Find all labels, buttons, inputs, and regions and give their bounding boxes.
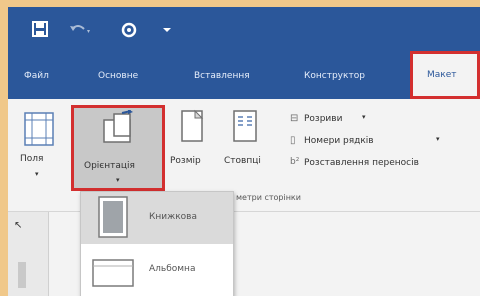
orientation-landscape-item[interactable]: Альбомна xyxy=(81,244,233,296)
hyphenation-button[interactable]: b² Розставлення переносів xyxy=(290,155,480,171)
customize-icon[interactable] xyxy=(162,21,172,39)
ribbon: Поля ▾ Орієнтація ▾ Розмір Стовпці ⊟ Роз… xyxy=(8,99,480,212)
tab-layout[interactable]: Макет xyxy=(410,51,480,99)
orientation-icon xyxy=(103,110,133,143)
columns-label: Стовпці xyxy=(224,156,261,166)
margins-button[interactable]: Поля ▾ xyxy=(16,105,62,191)
orientation-portrait-item[interactable]: Книжкова xyxy=(81,192,233,244)
portrait-icon xyxy=(98,196,128,238)
columns-button[interactable]: Стовпці xyxy=(222,105,272,191)
save-icon[interactable] xyxy=(32,21,48,39)
left-pane: ↖ xyxy=(8,212,49,296)
breaks-button[interactable]: ⊟ Розриви ▾ xyxy=(290,111,390,127)
line-numbers-button[interactable]: ▯ Номери рядків ▾ xyxy=(290,133,460,149)
ribbon-tabs: Файл Основне Вставлення Конструктор Маке… xyxy=(8,51,480,99)
margins-label: Поля xyxy=(20,154,44,164)
page-setup-group-label: метри сторінки xyxy=(236,193,301,202)
breaks-icon: ⊟ xyxy=(290,113,299,124)
tab-layout-label: Макет xyxy=(427,70,457,80)
hyphenation-icon: b² xyxy=(290,157,300,167)
undo-icon[interactable] xyxy=(68,21,92,39)
line-numbers-label: Номери рядків xyxy=(304,136,374,146)
word-window: Файл Основне Вставлення Конструктор Маке… xyxy=(8,7,480,296)
tab-home[interactable]: Основне xyxy=(98,70,138,82)
breaks-label: Розриви xyxy=(304,114,343,124)
tab-file[interactable]: Файл xyxy=(24,70,49,82)
columns-icon xyxy=(233,110,257,142)
ruler-icon xyxy=(18,262,26,288)
size-button[interactable]: Розмір xyxy=(168,105,218,191)
chevron-down-icon: ▾ xyxy=(35,170,39,178)
chevron-down-icon: ▾ xyxy=(116,176,120,184)
hyphenation-label: Розставлення переносів xyxy=(304,158,419,168)
orientation-label: Орієнтація xyxy=(84,161,135,171)
tab-insert[interactable]: Вставлення xyxy=(194,70,250,82)
size-label: Розмір xyxy=(170,156,201,166)
size-icon xyxy=(181,109,204,142)
cursor-icon[interactable]: ↖ xyxy=(14,220,22,231)
orientation-button[interactable]: Орієнтація ▾ xyxy=(71,105,165,191)
chevron-down-icon: ▾ xyxy=(436,135,440,143)
landscape-icon xyxy=(92,259,134,287)
orientation-dropdown: Книжкова Альбомна xyxy=(80,191,234,296)
touch-mode-icon[interactable] xyxy=(120,21,140,39)
tab-design[interactable]: Конструктор xyxy=(304,70,365,82)
portrait-label: Книжкова xyxy=(149,212,197,222)
chevron-down-icon: ▾ xyxy=(362,113,366,121)
margins-icon xyxy=(24,112,54,146)
landscape-label: Альбомна xyxy=(149,264,196,274)
title-bar xyxy=(8,7,480,51)
line-numbers-icon: ▯ xyxy=(290,135,296,146)
